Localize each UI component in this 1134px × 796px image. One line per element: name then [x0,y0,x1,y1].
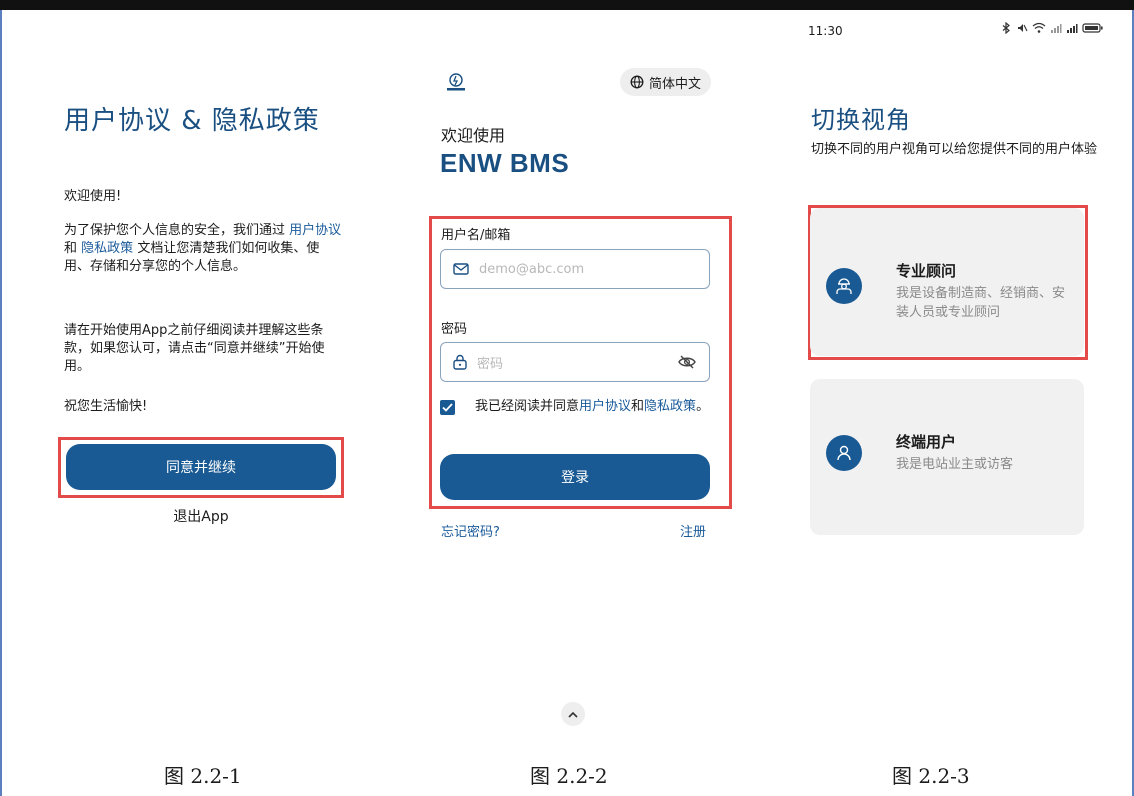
username-placeholder: demo@abc.com [479,261,585,277]
caption-fig-3: 图 2.2-3 [892,764,970,788]
consent-and: 和 [631,399,645,414]
expand-button[interactable] [561,702,585,726]
agreement-paragraph: 为了保护您个人信息的安全，我们通过 用户协议 和 隐私政策 文档让您清楚我们如何… [64,222,344,276]
globe-icon [630,75,644,89]
paragraph-and: 和 [64,241,78,256]
caption-fig-2: 图 2.2-2 [530,764,608,788]
user-agreement-link[interactable]: 用户协议 [289,223,341,238]
left-border [0,10,2,796]
eye-off-icon[interactable] [677,354,697,370]
professional-title: 专业顾问 [896,262,957,280]
chevron-up-icon [568,711,578,718]
password-placeholder: 密码 [477,356,504,372]
welcome-text: 欢迎使用 [441,126,506,145]
privacy-policy-link[interactable]: 隐私政策 [81,241,133,256]
consent-checkbox[interactable] [440,400,455,415]
language-label: 简体中文 [649,76,702,92]
end-user-description: 我是电站业主或访客 [896,457,1014,472]
top-border [0,0,1134,10]
consent-prefix: 我已经阅读并同意 [475,399,580,414]
engineer-icon [836,278,852,294]
consent-text: 我已经阅读并同意用户协议和隐私政策。 [475,398,715,416]
forgot-password-link[interactable]: 忘记密码? [441,521,500,540]
consent-privacy-policy-link[interactable]: 隐私政策 [644,399,696,414]
professional-avatar [826,268,862,304]
greeting-text: 欢迎使用! [64,189,122,204]
consent-user-agreement-link[interactable]: 用户协议 [579,399,631,414]
signal-icon-1 [1051,24,1062,33]
mail-icon [453,263,469,275]
role-select-title: 切换视角 [811,106,911,134]
end-user-card[interactable]: 终端用户 我是电站业主或访客 [810,379,1084,535]
status-time: 11:30 [808,24,843,38]
username-field[interactable]: demo@abc.com [440,249,710,289]
language-selector[interactable]: 简体中文 [620,68,712,96]
battery-icon [1082,23,1103,33]
password-label: 密码 [441,322,468,337]
register-link[interactable]: 注册 [680,521,706,540]
lock-icon [453,354,467,370]
professional-card[interactable]: 专业顾问 我是设备制造商、经销商、安装人员或专业顾问 [810,208,1084,356]
bluetooth-icon [1002,22,1010,34]
check-icon [442,403,453,412]
wifi-icon [1032,22,1046,33]
end-user-avatar [826,435,862,471]
exit-app-link[interactable]: 退出App [64,506,338,526]
status-icons [1000,22,1104,34]
mute-icon [1018,24,1028,32]
caption-fig-1: 图 2.2-1 [164,764,242,788]
agree-continue-button[interactable]: 同意并继续 [66,444,336,490]
instructions-paragraph: 请在开始使用App之前仔细阅读并理解这些条款，如果您认可，请点击“同意并继续”开… [64,323,325,374]
role-select-subtitle: 切换不同的用户视角可以给您提供不同的用户体验 [811,142,1098,157]
password-field[interactable]: 密码 [440,342,710,382]
paragraph-prefix: 为了保护您个人信息的安全，我们通过 [64,223,286,238]
brand-title: ENW BMS [440,148,570,178]
signal-icon-2 [1067,24,1078,33]
end-user-title: 终端用户 [896,433,957,451]
professional-description: 我是设备制造商、经销商、安装人员或专业顾问 [896,286,1066,320]
farewell-text: 祝您生活愉快! [64,399,148,414]
enw-logo-icon [447,73,465,91]
agreement-title: 用户协议 & 隐私政策 [64,106,320,136]
consent-suffix: 。 [696,399,710,414]
username-label: 用户名/邮箱 [441,228,511,243]
user-icon [837,445,851,461]
login-button[interactable]: 登录 [440,454,710,500]
